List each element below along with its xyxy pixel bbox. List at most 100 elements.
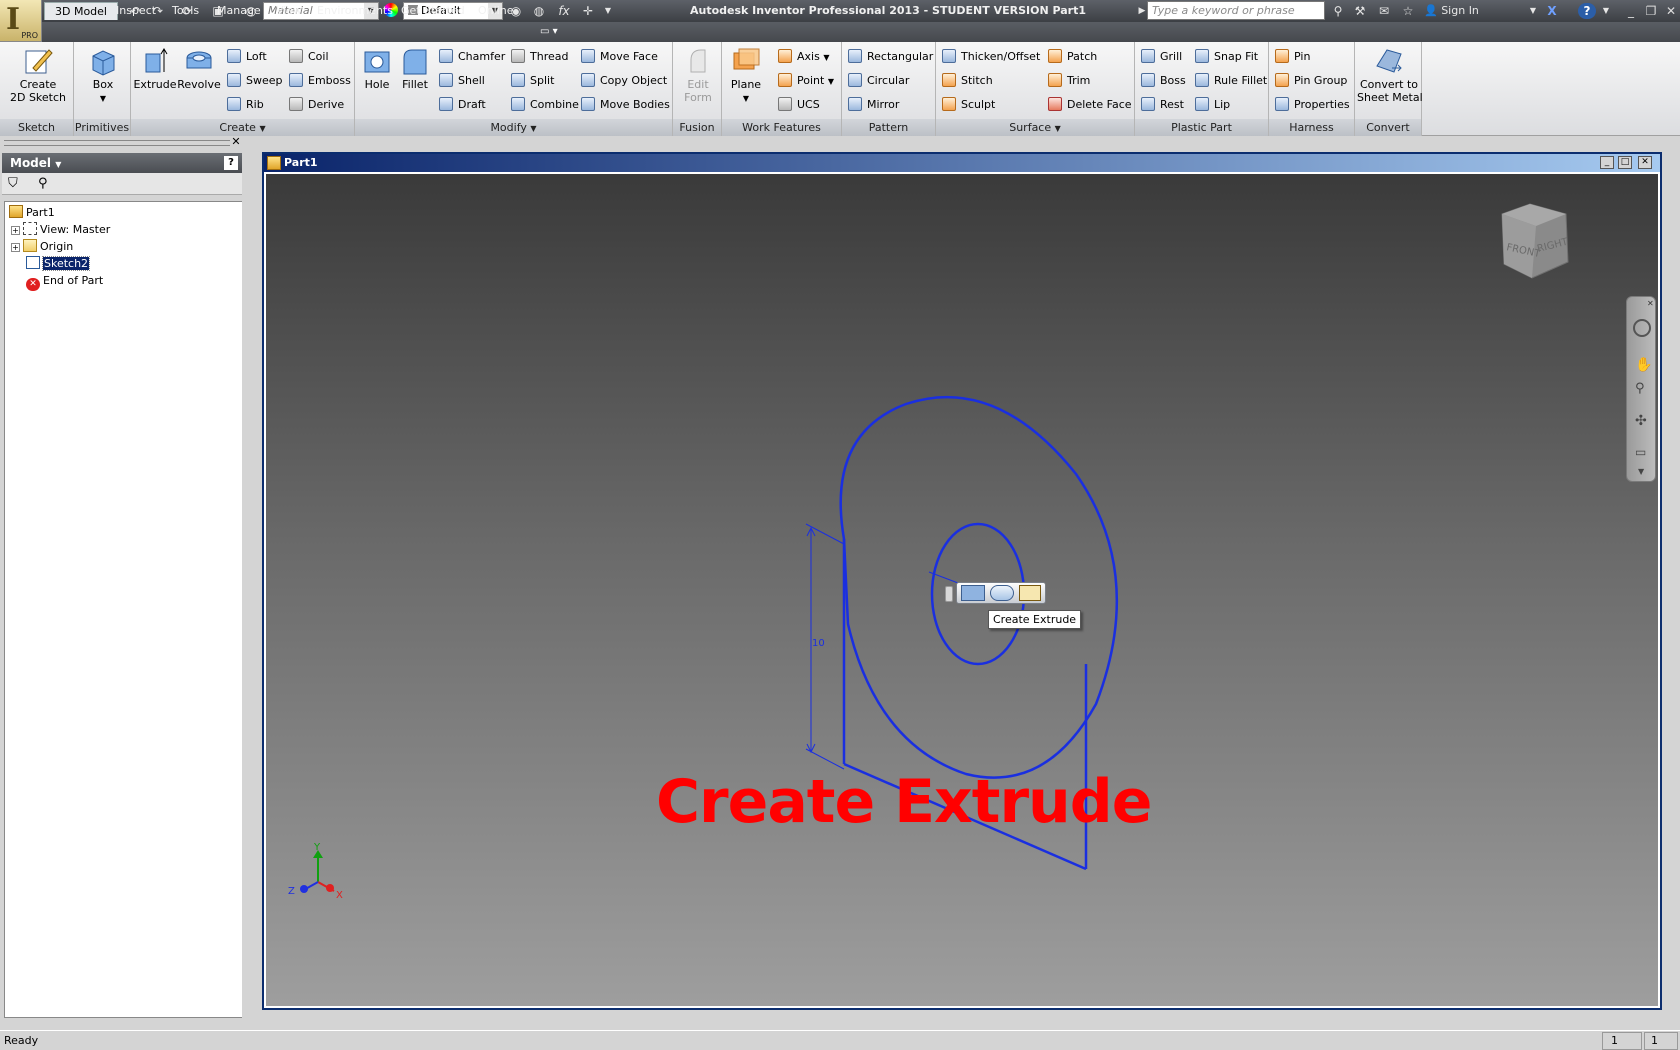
ribbon-display-toggle[interactable]: ▭ ▾ (540, 24, 566, 40)
convert-to-sheet-metal-button[interactable]: Convert to Sheet Metal (1357, 46, 1423, 104)
edit-form-button[interactable]: Edit Form (677, 46, 719, 104)
find-binoculars-icon[interactable]: ⚲ (38, 176, 48, 191)
pin-group-button[interactable]: Pin Group (1275, 72, 1347, 90)
doc-minimize-button[interactable]: _ (1600, 156, 1614, 169)
binoculars-icon[interactable]: ⚲ (1330, 3, 1346, 19)
subscription-icon[interactable]: ⚒ (1352, 3, 1368, 19)
exchange-apps-icon[interactable]: X (1544, 3, 1560, 19)
ucs-button[interactable]: UCS (778, 96, 820, 114)
restore-button[interactable]: ❐ (1642, 3, 1660, 19)
chamfer-button[interactable]: Chamfer (439, 48, 505, 66)
steering-wheel-icon[interactable] (1633, 319, 1651, 337)
adjust-appearance-icon[interactable]: ◍ (531, 3, 547, 19)
tab-tools[interactable]: Tools (162, 2, 209, 20)
thicken-offset-button[interactable]: Thicken/Offset (942, 48, 1040, 66)
rest-button[interactable]: Rest (1141, 96, 1184, 114)
browser-close-icon[interactable]: ✕ (230, 136, 242, 148)
doc-close-button[interactable]: ✕ (1638, 156, 1652, 169)
viewcube[interactable]: FRONT RIGHT (1501, 203, 1570, 279)
boss-button[interactable]: Boss (1141, 72, 1186, 90)
circular-pattern-button[interactable]: Circular (848, 72, 909, 90)
tree-node-origin[interactable]: + Origin (11, 238, 73, 255)
help-search-input[interactable]: Type a keyword or phrase (1147, 1, 1325, 20)
rib-button[interactable]: Rib (227, 96, 264, 114)
favorites-star-icon[interactable]: ☆ (1400, 3, 1416, 19)
patch-button[interactable]: Patch (1048, 48, 1097, 66)
trim-button[interactable]: Trim (1048, 72, 1090, 90)
expand-icon[interactable]: + (11, 243, 20, 252)
sign-in-button[interactable]: 👤 Sign In (1424, 3, 1479, 19)
create-2d-sketch-button[interactable]: Create 2D Sketch (6, 46, 70, 104)
pin-button[interactable]: Pin (1275, 48, 1310, 66)
zoom-icon[interactable]: ⚲ (1635, 381, 1645, 396)
properties-button[interactable]: Properties (1275, 96, 1350, 114)
edit-sketch-icon[interactable] (1019, 585, 1041, 601)
sweep-button[interactable]: Sweep (227, 72, 283, 90)
create-extrude-icon[interactable] (961, 585, 985, 601)
parameters-icon[interactable]: fx (556, 3, 572, 19)
application-menu-button[interactable]: I PRO (0, 0, 42, 42)
close-button[interactable]: ✕ (1662, 3, 1680, 19)
draft-button[interactable]: Draft (439, 96, 486, 114)
graphics-viewport[interactable]: 10 FRONT RIGHT Y X Z Create Extrude Crea… (266, 174, 1658, 1006)
tab-inspect[interactable]: Inspect (106, 2, 166, 20)
create-revolve-icon[interactable] (990, 585, 1014, 601)
combine-button[interactable]: Combine (511, 96, 579, 114)
help-icon[interactable]: ? (1578, 3, 1596, 19)
sign-in-dropdown-icon[interactable]: ▼ (1525, 3, 1541, 19)
revolve-button[interactable]: Revolve (177, 46, 221, 91)
rule-fillet-button[interactable]: Rule Fillet (1195, 72, 1267, 90)
filter-icon[interactable]: ⛉ (8, 176, 18, 191)
box-button[interactable]: Box ▼ (82, 46, 124, 105)
lip-button[interactable]: Lip (1195, 96, 1230, 114)
panel-title-modify[interactable]: Modify ▼ (355, 119, 672, 136)
point-button[interactable]: Point ▼ (778, 72, 834, 90)
browser-grip[interactable] (4, 140, 230, 146)
tab-manage[interactable]: Manage (207, 2, 271, 20)
emboss-button[interactable]: Emboss (289, 72, 351, 90)
stitch-button[interactable]: Stitch (942, 72, 993, 90)
derive-button[interactable]: Derive (289, 96, 344, 114)
copy-object-button[interactable]: Copy Object (581, 72, 667, 90)
tab-environments[interactable]: Environments (307, 2, 403, 20)
communication-icon[interactable]: ✉ (1376, 3, 1392, 19)
hole-button[interactable]: Hole (359, 46, 395, 91)
plane-button[interactable]: Plane ▼ (726, 46, 766, 105)
tab-view[interactable]: View (266, 2, 312, 20)
snap-fit-button[interactable]: Snap Fit (1195, 48, 1258, 66)
mini-toolbar-grip[interactable] (945, 586, 953, 602)
grill-button[interactable]: Grill (1141, 48, 1182, 66)
pan-hand-icon[interactable]: ✋ (1635, 357, 1652, 373)
axis-button[interactable]: Axis ▼ (778, 48, 829, 66)
navbar-close-icon[interactable]: ✕ (1647, 299, 1654, 308)
document-title-bar[interactable]: Part1 (264, 154, 1660, 172)
split-button[interactable]: Split (511, 72, 554, 90)
panel-title-create[interactable]: Create ▼ (131, 119, 354, 136)
move-bodies-button[interactable]: Move Bodies (581, 96, 670, 114)
tab-get-started[interactable]: Get Started (391, 2, 475, 20)
tab-online[interactable]: Online (468, 2, 523, 20)
coil-button[interactable]: Coil (289, 48, 329, 66)
orbit-icon[interactable]: ✣ (1635, 413, 1647, 429)
minimize-button[interactable]: _ (1622, 3, 1640, 19)
measure-icon[interactable]: ✛ (580, 3, 596, 19)
browser-header[interactable]: Model ▼ ? (2, 153, 242, 173)
browser-help-icon[interactable]: ? (224, 156, 238, 170)
delete-face-button[interactable]: Delete Face (1048, 96, 1132, 114)
extrude-button[interactable]: Extrude (133, 46, 177, 91)
look-at-icon[interactable]: ▭ (1635, 445, 1646, 459)
move-face-button[interactable]: Move Face (581, 48, 658, 66)
mirror-button[interactable]: Mirror (848, 96, 899, 114)
rectangular-pattern-button[interactable]: Rectangular (848, 48, 933, 66)
customize-qat-icon[interactable]: ▼ (600, 3, 616, 19)
tree-node-part1[interactable]: Part1 (9, 204, 55, 221)
sculpt-button[interactable]: Sculpt (942, 96, 995, 114)
tree-node-end-of-part[interactable]: ✕ End of Part (26, 272, 103, 291)
tree-node-sketch2[interactable]: Sketch2 (26, 255, 91, 272)
doc-maximize-button[interactable]: □ (1618, 156, 1632, 169)
dimension[interactable]: 10 (805, 523, 967, 770)
help-dropdown-icon[interactable]: ▼ (1598, 3, 1614, 19)
expand-icon[interactable]: + (11, 226, 20, 235)
navbar-customize-icon[interactable]: ▼ (1638, 467, 1644, 476)
tree-node-view-master[interactable]: + View: Master (11, 221, 110, 238)
